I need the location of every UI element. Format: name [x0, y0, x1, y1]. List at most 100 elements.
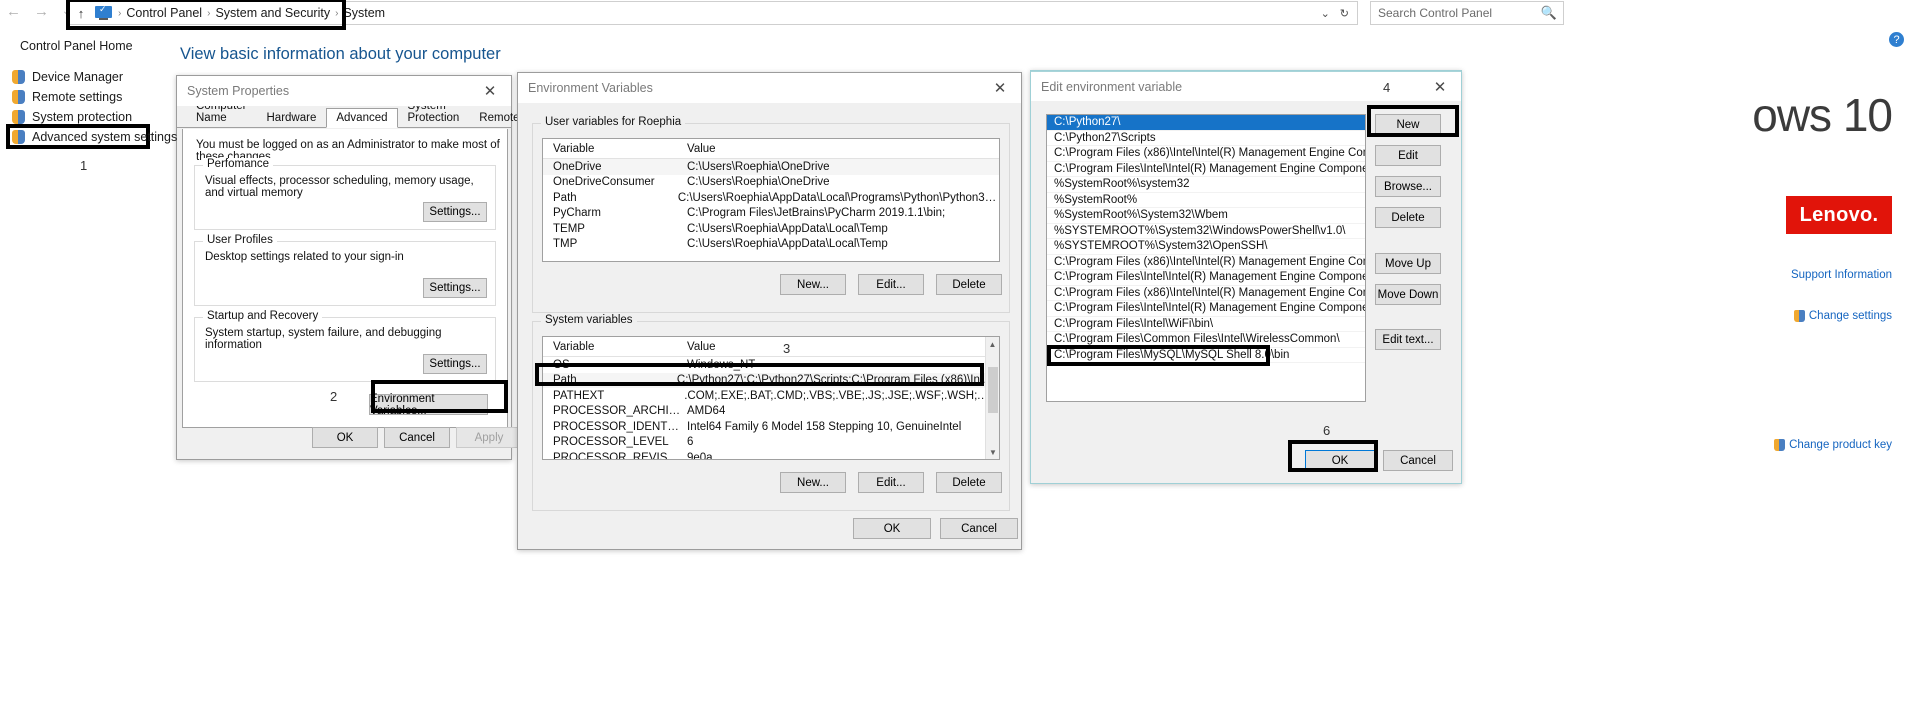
tab-advanced[interactable]: Advanced — [326, 108, 398, 128]
list-item[interactable]: C:\Python27\Scripts — [1047, 131, 1365, 146]
edit-text-button[interactable]: Edit text... — [1375, 329, 1441, 350]
table-row[interactable]: OneDrive C:\Users\Roephia\OneDrive — [543, 159, 999, 175]
nav-buttons[interactable]: ← → ⌄ — [6, 3, 70, 21]
table-row[interactable]: TEMP C:\Users\Roephia\AppData\Local\Temp — [543, 221, 999, 237]
table-row[interactable]: TMP C:\Users\Roephia\AppData\Local\Temp — [543, 237, 999, 253]
close-icon[interactable]: ✕ — [979, 73, 1021, 103]
cell-value: C:\Users\Roephia\AppData\Local\Programs\… — [677, 191, 999, 204]
table-row[interactable]: PATHEXT .COM;.EXE;.BAT;.CMD;.VBS;.VBE;.J… — [543, 388, 999, 404]
sidebar-item-advanced-system-settings[interactable]: Advanced system settings — [12, 130, 177, 144]
help-icon[interactable]: ? — [1889, 32, 1904, 47]
list-item[interactable]: %SystemRoot%\system32 — [1047, 177, 1365, 193]
user-variables-edit-button[interactable]: Edit... — [858, 274, 924, 295]
annotation-step-6: 6 — [1323, 423, 1331, 438]
cell-value: 9e0a — [687, 451, 713, 460]
cell-variable: PROCESSOR_ARCHITECTURE — [553, 405, 681, 418]
cell-variable: PROCESSOR_LEVEL — [553, 436, 669, 449]
list-item[interactable]: C:\Program Files (x86)\Intel\Intel(R) Ma… — [1047, 255, 1365, 270]
column-header-variable[interactable]: Variable — [543, 341, 681, 353]
move-down-button[interactable]: Move Down — [1375, 284, 1441, 305]
sidebar-item-system-protection[interactable]: System protection — [12, 110, 132, 124]
shield-icon — [12, 110, 25, 124]
scroll-up-icon[interactable]: ▲ — [986, 337, 999, 351]
table-row[interactable]: PyCharm C:\Program Files\JetBrains\PyCha… — [543, 206, 999, 222]
column-header-variable[interactable]: Variable — [543, 143, 681, 155]
link-support-information[interactable]: Support Information — [1791, 269, 1892, 281]
table-row[interactable]: PROCESSOR_IDENTIFIER Intel64 Family 6 Mo… — [543, 419, 999, 435]
close-icon[interactable]: ✕ — [1419, 72, 1461, 102]
move-up-button[interactable]: Move Up — [1375, 253, 1441, 274]
search-placeholder: Search Control Panel — [1378, 6, 1493, 20]
user-variables-table[interactable]: Variable Value OneDrive C:\Users\Roephia… — [542, 138, 1000, 262]
list-item[interactable]: C:\Program Files\Intel\WiFi\bin\ — [1047, 317, 1365, 332]
tab-hardware[interactable]: Hardware — [257, 108, 327, 127]
list-item[interactable]: C:\Program Files\Intel\Intel(R) Manageme… — [1047, 301, 1365, 317]
startup-recovery-group-label: Startup and Recovery — [203, 310, 323, 322]
sidebar-item-label: Advanced system settings — [32, 130, 178, 144]
user-profiles-group: User Profiles Desktop settings related t… — [194, 234, 496, 306]
column-header-value[interactable]: Value — [681, 143, 716, 155]
system-variables-edit-button[interactable]: Edit... — [858, 472, 924, 493]
table-row[interactable]: PROCESSOR_REVISION 9e0a — [543, 450, 999, 460]
edit-button[interactable]: Edit — [1375, 145, 1441, 166]
list-item[interactable]: %SystemRoot% — [1047, 193, 1365, 208]
browse-button[interactable]: Browse... — [1375, 176, 1441, 197]
system-variables-delete-button[interactable]: Delete — [936, 472, 1002, 493]
list-item[interactable]: C:\Program Files\Intel\Intel(R) Manageme… — [1047, 270, 1365, 286]
table-row[interactable]: Path C:\Users\Roephia\AppData\Local\Prog… — [543, 190, 999, 206]
user-variables-delete-button[interactable]: Delete — [936, 274, 1002, 295]
cell-value: Intel64 Family 6 Model 158 Stepping 10, … — [687, 420, 962, 433]
system-variables-table[interactable]: Variable Value OS Windows_NT Path C:\Pyt… — [542, 336, 1000, 460]
list-item[interactable]: %SYSTEMROOT%\System32\WindowsPowerShell\… — [1047, 224, 1365, 239]
link-change-product-key[interactable]: Change product key — [1774, 439, 1892, 451]
forward-icon[interactable]: → — [34, 3, 49, 21]
delete-button[interactable]: Delete — [1375, 207, 1441, 228]
system-properties-cancel-button[interactable]: Cancel — [384, 427, 450, 448]
sidebar-item-remote-settings[interactable]: Remote settings — [12, 90, 122, 104]
list-item[interactable]: %SYSTEMROOT%\System32\OpenSSH\ — [1047, 239, 1365, 255]
user-profiles-settings-button[interactable]: Settings... — [423, 278, 487, 298]
list-item[interactable]: C:\Program Files (x86)\Intel\Intel(R) Ma… — [1047, 286, 1365, 301]
annotation-step-3: 3 — [783, 341, 791, 356]
startup-recovery-group-desc: System startup, system failure, and debu… — [205, 327, 442, 351]
table-row[interactable]: PROCESSOR_LEVEL 6 — [543, 435, 999, 451]
refresh-icon[interactable]: ↻ — [1340, 7, 1349, 20]
shield-icon — [12, 130, 25, 144]
table-row[interactable]: OneDriveConsumer C:\Users\Roephia\OneDri… — [543, 175, 999, 191]
startup-recovery-settings-button[interactable]: Settings... — [423, 354, 487, 374]
table-row[interactable]: PROCESSOR_ARCHITECTURE AMD64 — [543, 404, 999, 420]
page-title: View basic information about your comput… — [180, 45, 501, 63]
environment-variables-ok-button[interactable]: OK — [853, 518, 931, 539]
link-change-settings[interactable]: Change settings — [1793, 310, 1892, 322]
scroll-down-icon[interactable]: ▼ — [986, 445, 999, 459]
change-settings-label: Change settings — [1808, 310, 1892, 322]
column-header-value[interactable]: Value — [681, 341, 716, 353]
list-item[interactable]: C:\Python27\ — [1047, 115, 1365, 131]
list-item[interactable]: C:\Program Files (x86)\Intel\Intel(R) Ma… — [1047, 146, 1365, 162]
user-variables-new-button[interactable]: New... — [780, 274, 846, 295]
system-variables-new-button[interactable]: New... — [780, 472, 846, 493]
breadcrumb-system[interactable]: System — [340, 6, 388, 20]
environment-variables-cancel-button[interactable]: Cancel — [940, 518, 1018, 539]
annotation-step-1: 1 — [80, 158, 88, 173]
search-input[interactable]: Search Control Panel 🔍 — [1370, 1, 1564, 25]
close-icon[interactable]: ✕ — [469, 76, 511, 106]
address-dropdown-icon[interactable]: ⌄ — [1321, 7, 1330, 20]
annotation-step-4: 4 — [1383, 80, 1391, 95]
system-properties-ok-button[interactable]: OK — [312, 427, 378, 448]
search-icon[interactable]: 🔍 — [1541, 5, 1557, 21]
system-variables-scrollbar[interactable]: ▲ ▼ — [985, 337, 999, 459]
back-icon[interactable]: ← — [6, 3, 21, 21]
annotation-box-system-path-row — [535, 363, 984, 386]
cell-variable: PROCESSOR_IDENTIFIER — [553, 420, 681, 433]
cell-variable: Path — [553, 191, 577, 204]
edit-env-var-cancel-button[interactable]: Cancel — [1383, 450, 1453, 471]
performance-settings-button[interactable]: Settings... — [423, 202, 487, 222]
list-item[interactable]: %SystemRoot%\System32\Wbem — [1047, 208, 1365, 224]
sidebar-item-device-manager[interactable]: Device Manager — [12, 70, 123, 84]
list-item[interactable]: C:\Program Files\Intel\Intel(R) Manageme… — [1047, 162, 1365, 177]
scrollbar-thumb[interactable] — [988, 367, 998, 413]
system-properties-tabs: Computer Name Hardware Advanced System P… — [177, 100, 520, 128]
sidebar-item-home[interactable]: Control Panel Home — [20, 39, 133, 53]
user-profiles-group-label: User Profiles — [203, 234, 277, 246]
